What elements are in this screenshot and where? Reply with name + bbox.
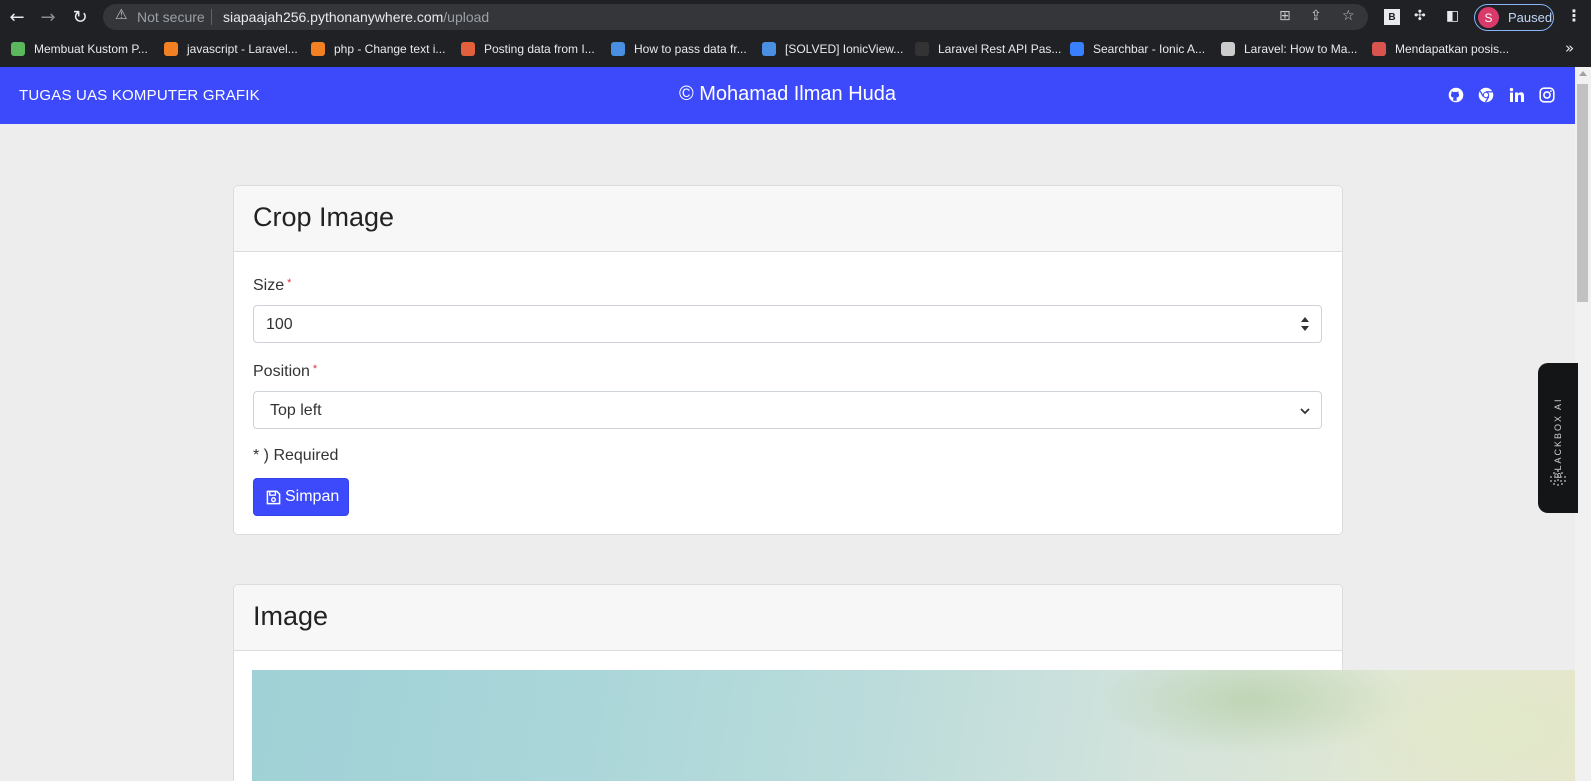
share-icon[interactable]: ⇪	[1310, 8, 1322, 24]
bookmark-item[interactable]: [SOLVED] IonicView...	[762, 39, 903, 59]
url-text[interactable]: siapaajah256.pythonanywhere.com/upload	[223, 9, 489, 25]
crop-image-card: Crop Image Size * 100 Position * Top left …	[233, 185, 1343, 535]
chevron-down-icon	[1300, 408, 1310, 415]
bookmark-favicon-icon	[461, 42, 475, 56]
bookmark-item[interactable]: Mendapatkan posis...	[1372, 39, 1509, 59]
author-credit: © Mohamad Ilman Huda	[678, 83, 897, 105]
translate-icon[interactable]: ⊞	[1279, 8, 1291, 24]
position-label: Position *	[253, 363, 317, 381]
blackbox-ai-label: BLACKBOX AI	[1553, 397, 1563, 479]
github-icon[interactable]	[1448, 87, 1464, 103]
avatar: S	[1478, 7, 1499, 28]
extensions-puzzle-icon[interactable]: ✣	[1414, 8, 1426, 24]
bookmark-favicon-icon	[1070, 42, 1084, 56]
required-star: *	[287, 277, 292, 289]
bookmark-item[interactable]: Membuat Kustom P...	[11, 39, 148, 59]
address-bar[interactable]: ⚠ Not secure siapaajah256.pythonanywhere…	[103, 4, 1368, 30]
bookmark-item[interactable]: php - Change text i...	[311, 39, 445, 59]
dot-grid-logo-icon	[1550, 470, 1566, 486]
bookmark-item[interactable]: javascript - Laravel...	[164, 39, 298, 59]
url-host: siapaajah256.pythonanywhere.com	[223, 9, 444, 25]
position-select-value: Top left	[270, 402, 322, 419]
bookmark-item[interactable]: Posting data from I...	[461, 39, 595, 59]
bookmark-label: Mendapatkan posis...	[1395, 42, 1510, 56]
browser-chrome: ← → ↻ ⚠ Not secure siapaajah256.pythonan…	[0, 0, 1591, 67]
chrome-icon[interactable]	[1478, 87, 1494, 103]
image-card-title: Image	[253, 601, 329, 631]
bookmark-favicon-icon	[1221, 42, 1235, 56]
security-label: Not secure	[137, 9, 205, 25]
url-path: /upload	[443, 9, 490, 25]
bookmark-favicon-icon	[1372, 42, 1386, 56]
extension-b-label: B	[1388, 11, 1396, 23]
position-label-text: Position	[253, 363, 310, 380]
bookmark-favicon-icon	[311, 42, 325, 56]
required-star: *	[312, 363, 318, 375]
bookmark-item[interactable]: How to pass data fr...	[611, 39, 747, 59]
bookmark-label: Laravel: How to Ma...	[1244, 42, 1358, 56]
bookmark-label: Posting data from I...	[484, 42, 595, 56]
save-button[interactable]: Simpan	[253, 478, 349, 516]
size-input[interactable]: 100	[253, 305, 1322, 343]
extension-b-icon[interactable]: B	[1384, 9, 1400, 25]
bookmark-item[interactable]: Searchbar - Ionic A...	[1070, 39, 1205, 59]
side-panel-icon[interactable]: ◧	[1446, 8, 1459, 24]
profile-button[interactable]: S Paused	[1474, 4, 1554, 31]
crop-card-header: Crop Image	[234, 186, 1342, 252]
bookmark-item[interactable]: Laravel Rest API Pas...	[915, 39, 1061, 59]
bookmark-label: php - Change text i...	[334, 42, 446, 56]
floppy-disk-icon	[266, 490, 281, 504]
bookmark-favicon-icon	[11, 42, 25, 56]
required-note: * ) Required	[253, 447, 339, 464]
instagram-icon[interactable]	[1539, 87, 1555, 103]
bookmarks-bar: Membuat Kustom P... javascript - Laravel…	[0, 37, 1591, 61]
bookmarks-overflow-icon[interactable]: »	[1565, 39, 1574, 57]
image-card-header: Image	[234, 585, 1342, 651]
forward-arrow-icon[interactable]: →	[37, 6, 59, 28]
omnibox-divider	[211, 9, 212, 25]
bookmark-favicon-icon	[611, 42, 625, 56]
bookmark-star-icon[interactable]: ☆	[1342, 8, 1355, 24]
linkedin-icon[interactable]	[1509, 87, 1525, 103]
avatar-initial: S	[1484, 10, 1493, 25]
reload-icon[interactable]: ↻	[69, 6, 91, 28]
bookmark-label: Searchbar - Ionic A...	[1093, 42, 1206, 56]
bookmark-favicon-icon	[915, 42, 929, 56]
browser-menu-icon[interactable]: ⋮	[1566, 6, 1582, 25]
size-input-value: 100	[266, 316, 293, 333]
warning-icon: ⚠	[115, 7, 128, 23]
number-spinner-icon[interactable]	[1300, 315, 1310, 333]
bookmark-label: How to pass data fr...	[634, 42, 747, 56]
size-label: Size *	[253, 277, 291, 295]
bookmark-label: Membuat Kustom P...	[34, 42, 148, 56]
bookmark-label: javascript - Laravel...	[187, 42, 298, 56]
profile-status: Paused	[1508, 10, 1553, 25]
save-button-label: Simpan	[285, 488, 340, 505]
bookmark-favicon-icon	[164, 42, 178, 56]
bookmark-favicon-icon	[762, 42, 776, 56]
blackbox-ai-widget[interactable]: BLACKBOX AI	[1538, 363, 1578, 513]
scrollbar-thumb[interactable]	[1577, 84, 1588, 302]
scroll-up-arrow-icon[interactable]	[1579, 71, 1587, 76]
bookmark-label: [SOLVED] IonicView...	[785, 42, 904, 56]
browser-toolbar: ← → ↻ ⚠ Not secure siapaajah256.pythonan…	[0, 0, 1591, 34]
back-arrow-icon[interactable]: ←	[6, 6, 28, 28]
size-label-text: Size	[253, 277, 285, 294]
site-navbar: TUGAS UAS KOMPUTER GRAFIK © Mohamad Ilma…	[0, 67, 1575, 124]
image-preview	[252, 670, 1575, 781]
bookmark-label: Laravel Rest API Pas...	[938, 42, 1062, 56]
bookmark-item[interactable]: Laravel: How to Ma...	[1221, 39, 1357, 59]
crop-card-title: Crop Image	[253, 202, 395, 232]
position-select[interactable]: Top left	[253, 391, 1322, 429]
